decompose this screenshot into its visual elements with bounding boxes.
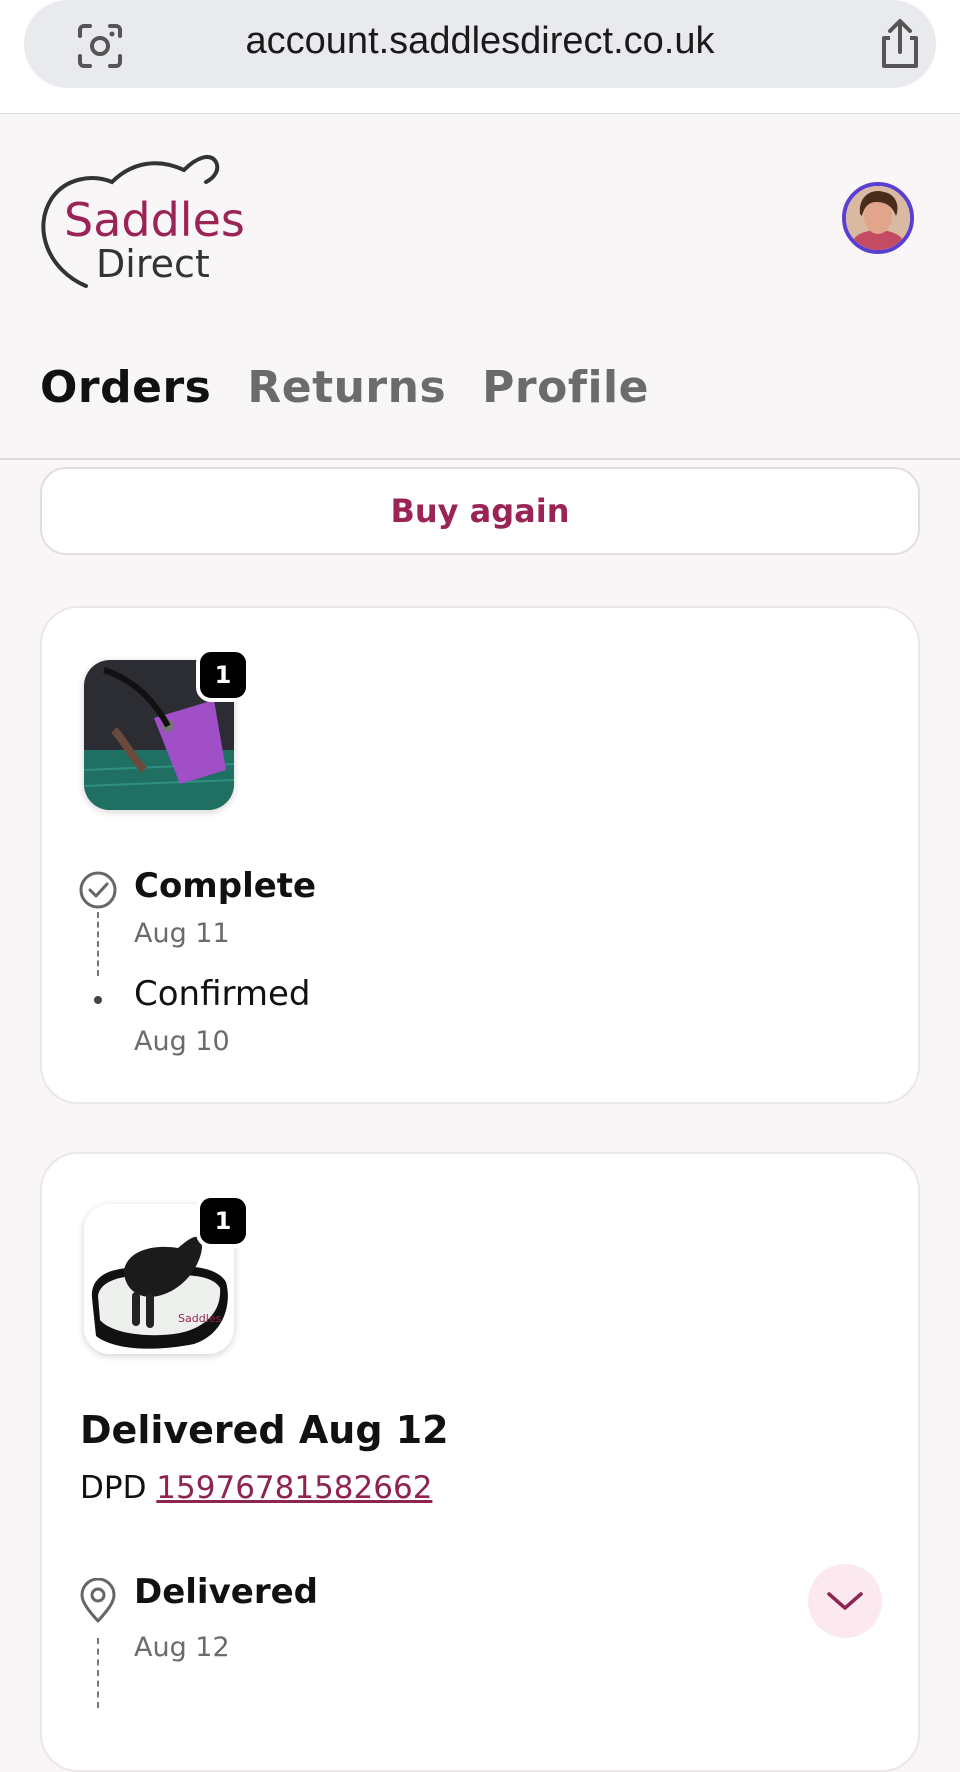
order-status: Delivered xyxy=(134,1572,318,1612)
tabs-divider xyxy=(0,458,960,460)
browser-toolbar: account.saddlesdirect.co.uk xyxy=(0,0,960,114)
logo-text-saddles: Saddles xyxy=(64,193,245,247)
delivery-headline: Delivered Aug 12 xyxy=(80,1408,449,1452)
order-status-date: Aug 11 xyxy=(134,918,230,949)
order-card[interactable]: Saddles 1 Delivered Aug 12 DPD 159767815… xyxy=(40,1152,920,1772)
user-avatar-icon xyxy=(846,186,910,250)
buy-again-button[interactable]: Buy again xyxy=(40,467,920,555)
order-status-date: Aug 12 xyxy=(134,1632,230,1663)
carrier-name: DPD xyxy=(80,1470,147,1506)
tab-orders[interactable]: Orders xyxy=(40,362,211,422)
quantity-badge: 1 xyxy=(196,648,250,702)
tab-profile[interactable]: Profile xyxy=(482,362,649,422)
address-bar[interactable]: account.saddlesdirect.co.uk xyxy=(24,0,936,88)
saddles-direct-logo[interactable]: Saddles Direct xyxy=(38,150,268,300)
quantity-badge: 1 xyxy=(196,1194,250,1248)
order-status: Confirmed xyxy=(134,974,311,1014)
tracking-info: DPD 15976781582662 xyxy=(80,1470,432,1506)
order-status: Complete xyxy=(134,866,317,906)
expand-order-button[interactable] xyxy=(808,1564,882,1638)
tracking-number-link[interactable]: 15976781582662 xyxy=(156,1470,432,1506)
tab-returns[interactable]: Returns xyxy=(247,362,446,422)
logo-text-direct: Direct xyxy=(96,242,210,286)
check-circle-icon xyxy=(79,871,117,909)
account-tabs: Orders Returns Profile xyxy=(40,362,649,422)
chevron-down-icon xyxy=(827,1592,863,1610)
location-pin-icon xyxy=(80,1578,116,1623)
share-icon[interactable] xyxy=(876,18,924,70)
timeline-connector xyxy=(97,912,99,976)
avatar[interactable] xyxy=(842,182,914,254)
url-text[interactable]: account.saddlesdirect.co.uk xyxy=(24,20,936,63)
timeline-connector xyxy=(97,1638,99,1708)
order-status-date: Aug 10 xyxy=(134,1026,230,1057)
saddle-outline-icon: Saddles Direct xyxy=(41,154,245,288)
saddle-cloth-logo: Saddles xyxy=(178,1312,222,1325)
order-card[interactable]: 1 Complete Aug 11 Confirmed Aug 10 xyxy=(40,606,920,1104)
dot-icon xyxy=(94,996,102,1004)
